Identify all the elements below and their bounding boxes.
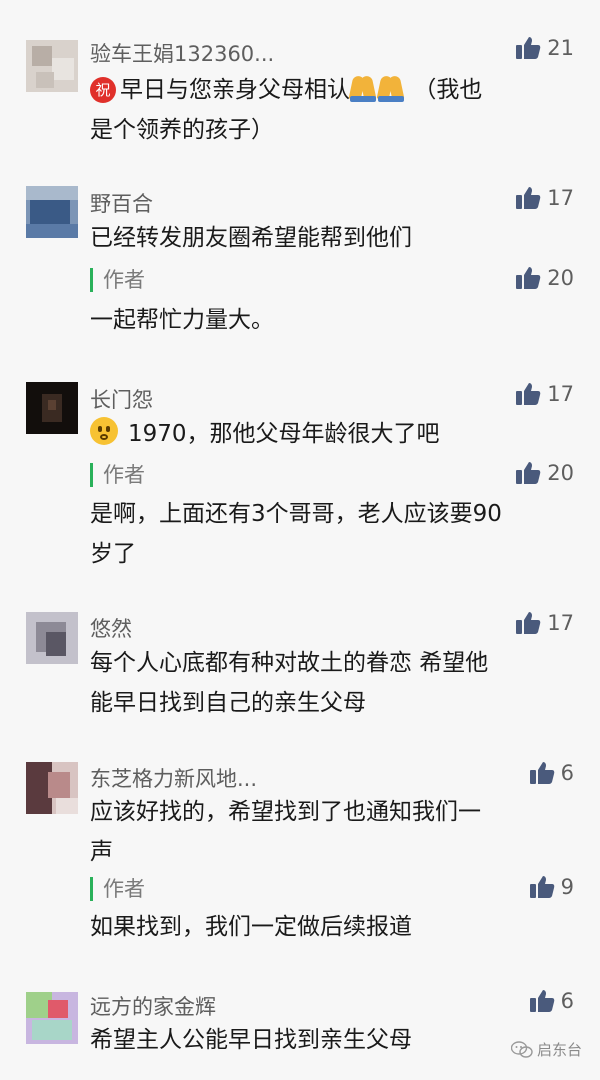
author-reply-text: 是啊，上面还有3个哥哥，老人应该要90 岁了 bbox=[90, 501, 502, 567]
like-button[interactable]: 17 bbox=[515, 186, 574, 210]
like-count: 9 bbox=[560, 875, 574, 899]
like-button[interactable]: 17 bbox=[515, 382, 574, 406]
avatar[interactable] bbox=[26, 382, 78, 434]
comment-text: 应该好找的，希望找到了也通知我们一 声 bbox=[90, 799, 481, 865]
like-count: 6 bbox=[560, 989, 574, 1013]
avatar[interactable] bbox=[26, 612, 78, 664]
blessing-badge-icon: 祝 bbox=[90, 77, 116, 103]
comment-nickname: 验车王娟132360... bbox=[90, 42, 275, 66]
comment-nickname: 远方的家金辉 bbox=[90, 995, 216, 1019]
worried-face-icon bbox=[90, 417, 118, 445]
pray-icon bbox=[376, 74, 405, 102]
avatar[interactable] bbox=[26, 992, 78, 1044]
comment-text: 希望主人公能早日找到亲生父母 bbox=[90, 1027, 412, 1053]
like-count: 17 bbox=[547, 382, 574, 406]
author-reply-text: 如果找到，我们一定做后续报道 bbox=[90, 914, 412, 940]
avatar[interactable] bbox=[26, 40, 78, 92]
author-reply-text: 一起帮忙力量大。 bbox=[90, 307, 274, 333]
like-count: 20 bbox=[547, 266, 574, 290]
pray-icon bbox=[348, 74, 377, 102]
thumb-up-icon bbox=[516, 462, 541, 484]
reply-like-button[interactable]: 20 bbox=[515, 266, 574, 290]
author-reply-label: 作者 bbox=[90, 463, 145, 487]
author-reply-label: 作者 bbox=[90, 268, 145, 292]
like-button[interactable]: 21 bbox=[515, 36, 574, 60]
thumb-up-icon bbox=[529, 762, 554, 784]
thumb-up-icon bbox=[516, 383, 541, 405]
like-count: 17 bbox=[547, 611, 574, 635]
comment-nickname: 长门怨 bbox=[90, 388, 153, 412]
thumb-up-icon bbox=[516, 187, 541, 209]
comment-text: 祝早日与您亲身父母相认 （我也 是个领养的孩子） bbox=[90, 70, 570, 150]
thumb-up-icon bbox=[516, 37, 541, 59]
like-button[interactable]: 6 bbox=[529, 989, 574, 1013]
comment-nickname: 东芝格力新风地... bbox=[90, 767, 258, 791]
like-button[interactable]: 6 bbox=[529, 761, 574, 785]
comment-text: 1970，那他父母年龄很大了吧 bbox=[90, 414, 570, 454]
avatar[interactable] bbox=[26, 186, 78, 238]
reply-like-button[interactable]: 20 bbox=[515, 461, 574, 485]
thumb-up-icon bbox=[516, 612, 541, 634]
comment-nickname: 野百合 bbox=[90, 192, 153, 216]
comment-text: 每个人心底都有种对故土的眷恋 希望他 能早日找到自己的亲生父母 bbox=[90, 650, 489, 716]
like-count: 21 bbox=[547, 36, 574, 60]
like-count: 20 bbox=[547, 461, 574, 485]
author-reply-label: 作者 bbox=[90, 877, 145, 901]
watermark: 启东台 bbox=[510, 1039, 582, 1060]
avatar[interactable] bbox=[26, 762, 78, 814]
watermark-text: 启东台 bbox=[536, 1041, 582, 1059]
reply-like-button[interactable]: 9 bbox=[529, 875, 574, 899]
like-count: 6 bbox=[560, 761, 574, 785]
like-button[interactable]: 17 bbox=[515, 611, 574, 635]
thumb-up-icon bbox=[529, 876, 554, 898]
comment-text: 已经转发朋友圈希望能帮到他们 bbox=[90, 225, 412, 251]
like-count: 17 bbox=[547, 186, 574, 210]
comment-nickname: 悠然 bbox=[90, 617, 132, 641]
thumb-up-icon bbox=[516, 267, 541, 289]
thumb-up-icon bbox=[529, 990, 554, 1012]
wechat-icon bbox=[510, 1040, 533, 1058]
